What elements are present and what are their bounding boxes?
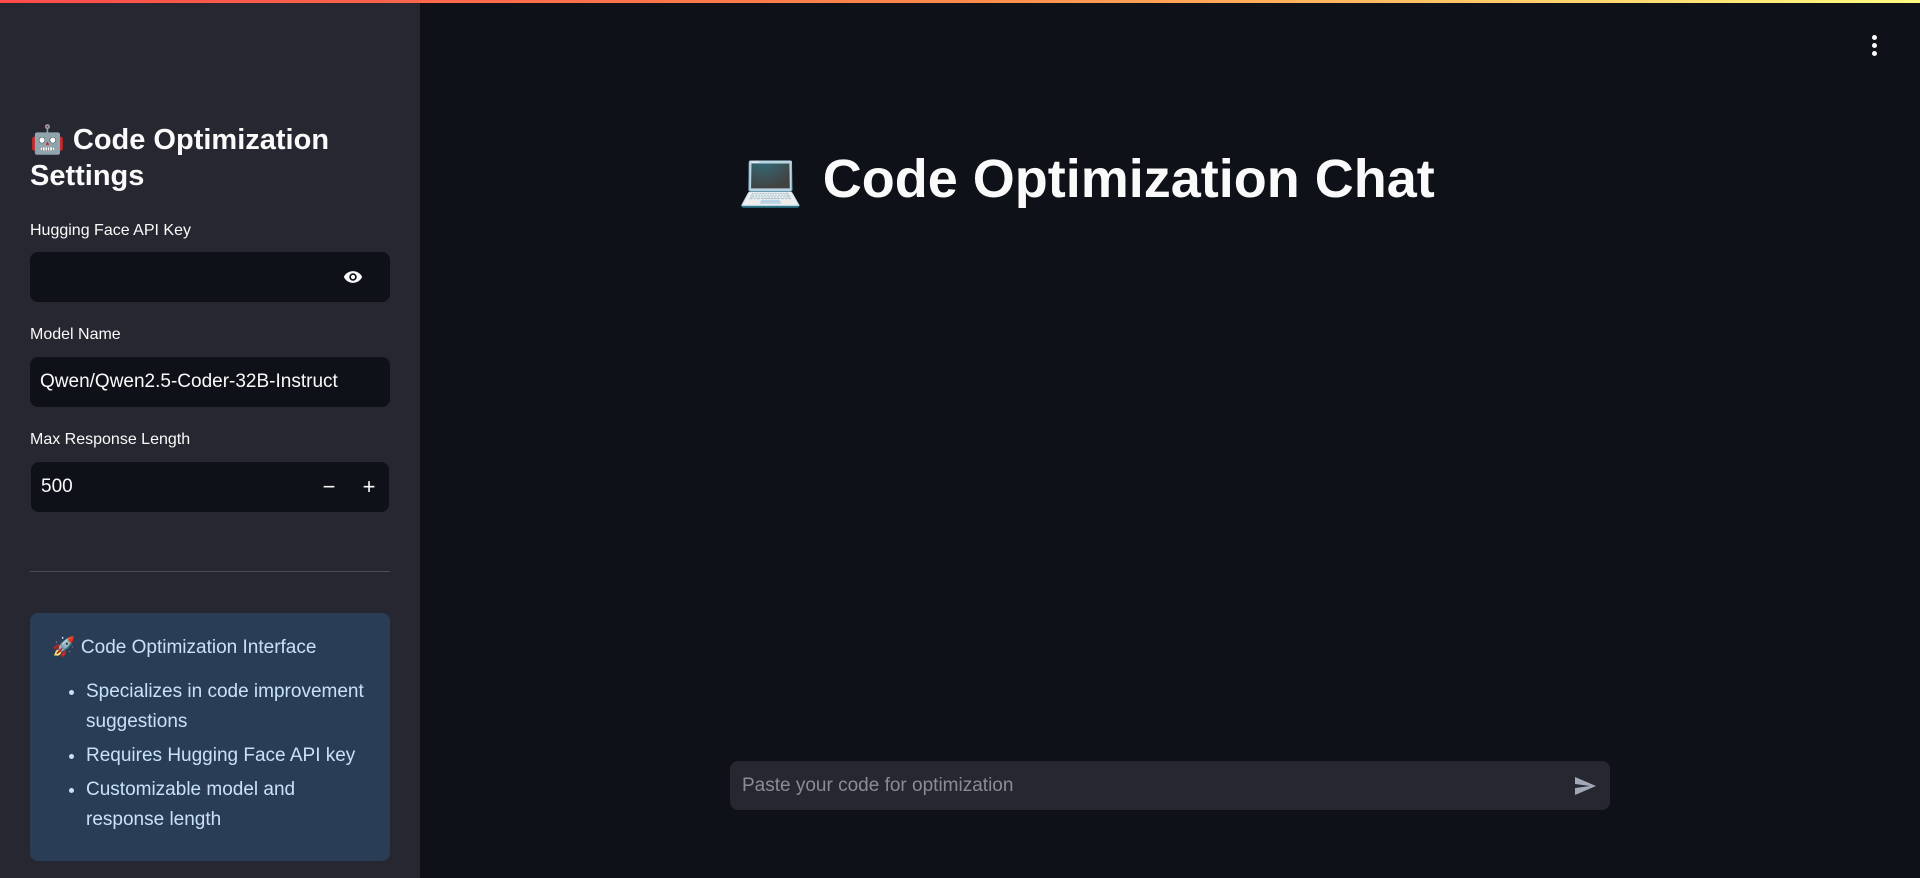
model-name-field-container [30,357,390,407]
send-icon[interactable] [1572,774,1598,798]
model-name-input[interactable] [40,371,380,393]
api-key-field-container [30,252,390,302]
info-box: 🚀 Code Optimization Interface Specialize… [30,613,390,861]
max-length-stepper: − + [31,462,389,512]
eye-icon[interactable] [342,267,364,287]
minus-button[interactable]: − [309,462,349,512]
chat-input[interactable] [742,774,1572,797]
sidebar-divider [30,571,390,572]
model-name-label: Model Name [30,326,121,343]
plus-button[interactable]: + [349,462,389,512]
sidebar: 🤖 Code Optimization Settings Hugging Face… [0,0,420,878]
sidebar-title-text: Code Optimization Settings [30,124,330,192]
info-title: 🚀 Code Optimization Interface [52,637,317,658]
laptop-icon: 💻 [738,150,803,209]
chat-input-container [730,761,1610,810]
info-item: Requires Hugging Face API key [86,741,368,771]
sidebar-title: 🤖 Code Optimization Settings [30,122,390,194]
page-title: 💻 Code Optimization Chat [738,148,1435,210]
api-key-input[interactable] [40,266,380,288]
page-title-text: Code Optimization Chat [822,149,1435,209]
api-key-label: Hugging Face API Key [30,222,191,239]
robot-icon: 🤖 [30,124,65,155]
info-list: Specializes in code improvement suggesti… [52,677,368,835]
kebab-menu-icon[interactable] [1872,35,1878,56]
max-length-label: Max Response Length [30,431,191,448]
info-item: Customizable model and response length [86,775,368,835]
top-decoration-bar [0,0,1920,3]
info-item: Specializes in code improvement suggesti… [86,677,368,737]
